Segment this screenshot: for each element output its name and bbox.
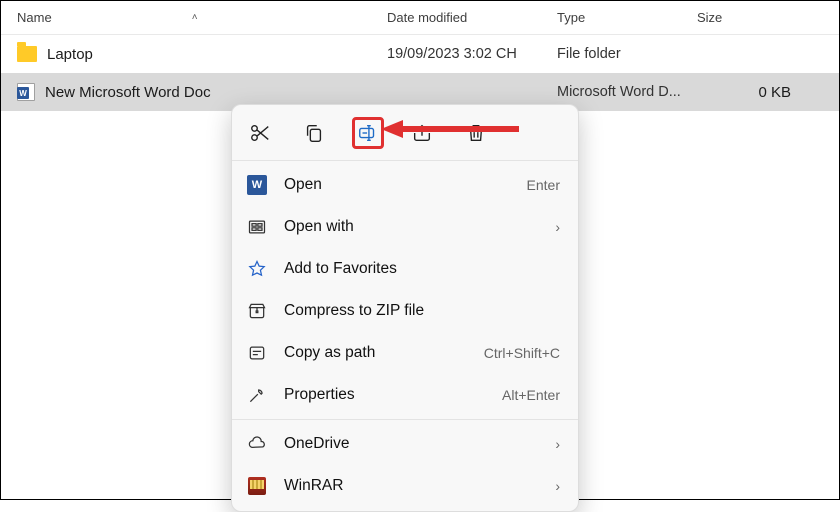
menu-item-label: Open with [284,218,555,236]
scissors-icon [249,122,271,144]
menu-item-properties[interactable]: Properties Alt+Enter [232,374,578,416]
file-size: 0 KB [681,84,821,101]
copy-icon [303,122,325,144]
context-menu-separator [232,419,578,420]
context-menu: W Open Enter Open with › Add to Favorite… [231,104,579,512]
star-icon [246,258,268,280]
menu-item-label: Open [284,176,527,194]
wrench-icon [246,384,268,406]
menu-item-shortcut: Alt+Enter [502,387,560,403]
file-name: New Microsoft Word Doc [45,84,211,101]
column-header-name[interactable]: Name ˄ [1,10,371,25]
menu-item-winrar[interactable]: WinRAR › [232,465,578,507]
file-date: 19/09/2023 3:02 CH [371,46,541,62]
chevron-right-icon: › [555,219,560,235]
share-button[interactable] [406,117,438,149]
zip-icon [246,300,268,322]
rename-icon [357,122,379,144]
menu-item-onedrive[interactable]: OneDrive › [232,423,578,465]
folder-icon [17,46,37,62]
menu-item-label: Copy as path [284,344,484,362]
chevron-right-icon: › [555,436,560,452]
word-app-icon: W [246,174,268,196]
menu-item-copy-path[interactable]: Copy as path Ctrl+Shift+C [232,332,578,374]
menu-item-label: OneDrive [284,435,555,453]
delete-button[interactable] [460,117,492,149]
onedrive-icon [246,433,268,455]
share-icon [411,122,433,144]
rename-button[interactable] [352,117,384,149]
file-type: File folder [541,46,681,62]
menu-item-label: Compress to ZIP file [284,302,560,320]
file-row-folder[interactable]: Laptop 19/09/2023 3:02 CH File folder [1,35,839,73]
word-document-icon [17,83,35,101]
file-name: Laptop [47,46,93,63]
context-menu-separator [232,160,578,161]
menu-item-label: Properties [284,386,502,404]
copy-button[interactable] [298,117,330,149]
menu-item-open-with[interactable]: Open with › [232,206,578,248]
menu-item-shortcut: Ctrl+Shift+C [484,345,560,361]
file-type: Microsoft Word D... [541,84,681,100]
open-with-icon [246,216,268,238]
column-header-row: Name ˄ Date modified Type Size [1,1,839,35]
copy-path-icon [246,342,268,364]
column-header-type[interactable]: Type [541,10,681,25]
menu-item-label: Add to Favorites [284,260,560,278]
menu-item-label: WinRAR [284,477,555,495]
context-menu-toolbar [232,111,578,157]
cut-button[interactable] [244,117,276,149]
column-header-name-label: Name [17,10,52,25]
menu-item-shortcut: Enter [527,177,560,193]
winrar-icon [246,475,268,497]
chevron-right-icon: › [555,478,560,494]
chevron-up-icon: ˄ [192,12,198,23]
column-header-date[interactable]: Date modified [371,10,541,25]
trash-icon [465,122,487,144]
menu-item-add-favorites[interactable]: Add to Favorites [232,248,578,290]
menu-item-compress-zip[interactable]: Compress to ZIP file [232,290,578,332]
menu-item-open[interactable]: W Open Enter [232,164,578,206]
column-header-size[interactable]: Size [681,10,821,25]
